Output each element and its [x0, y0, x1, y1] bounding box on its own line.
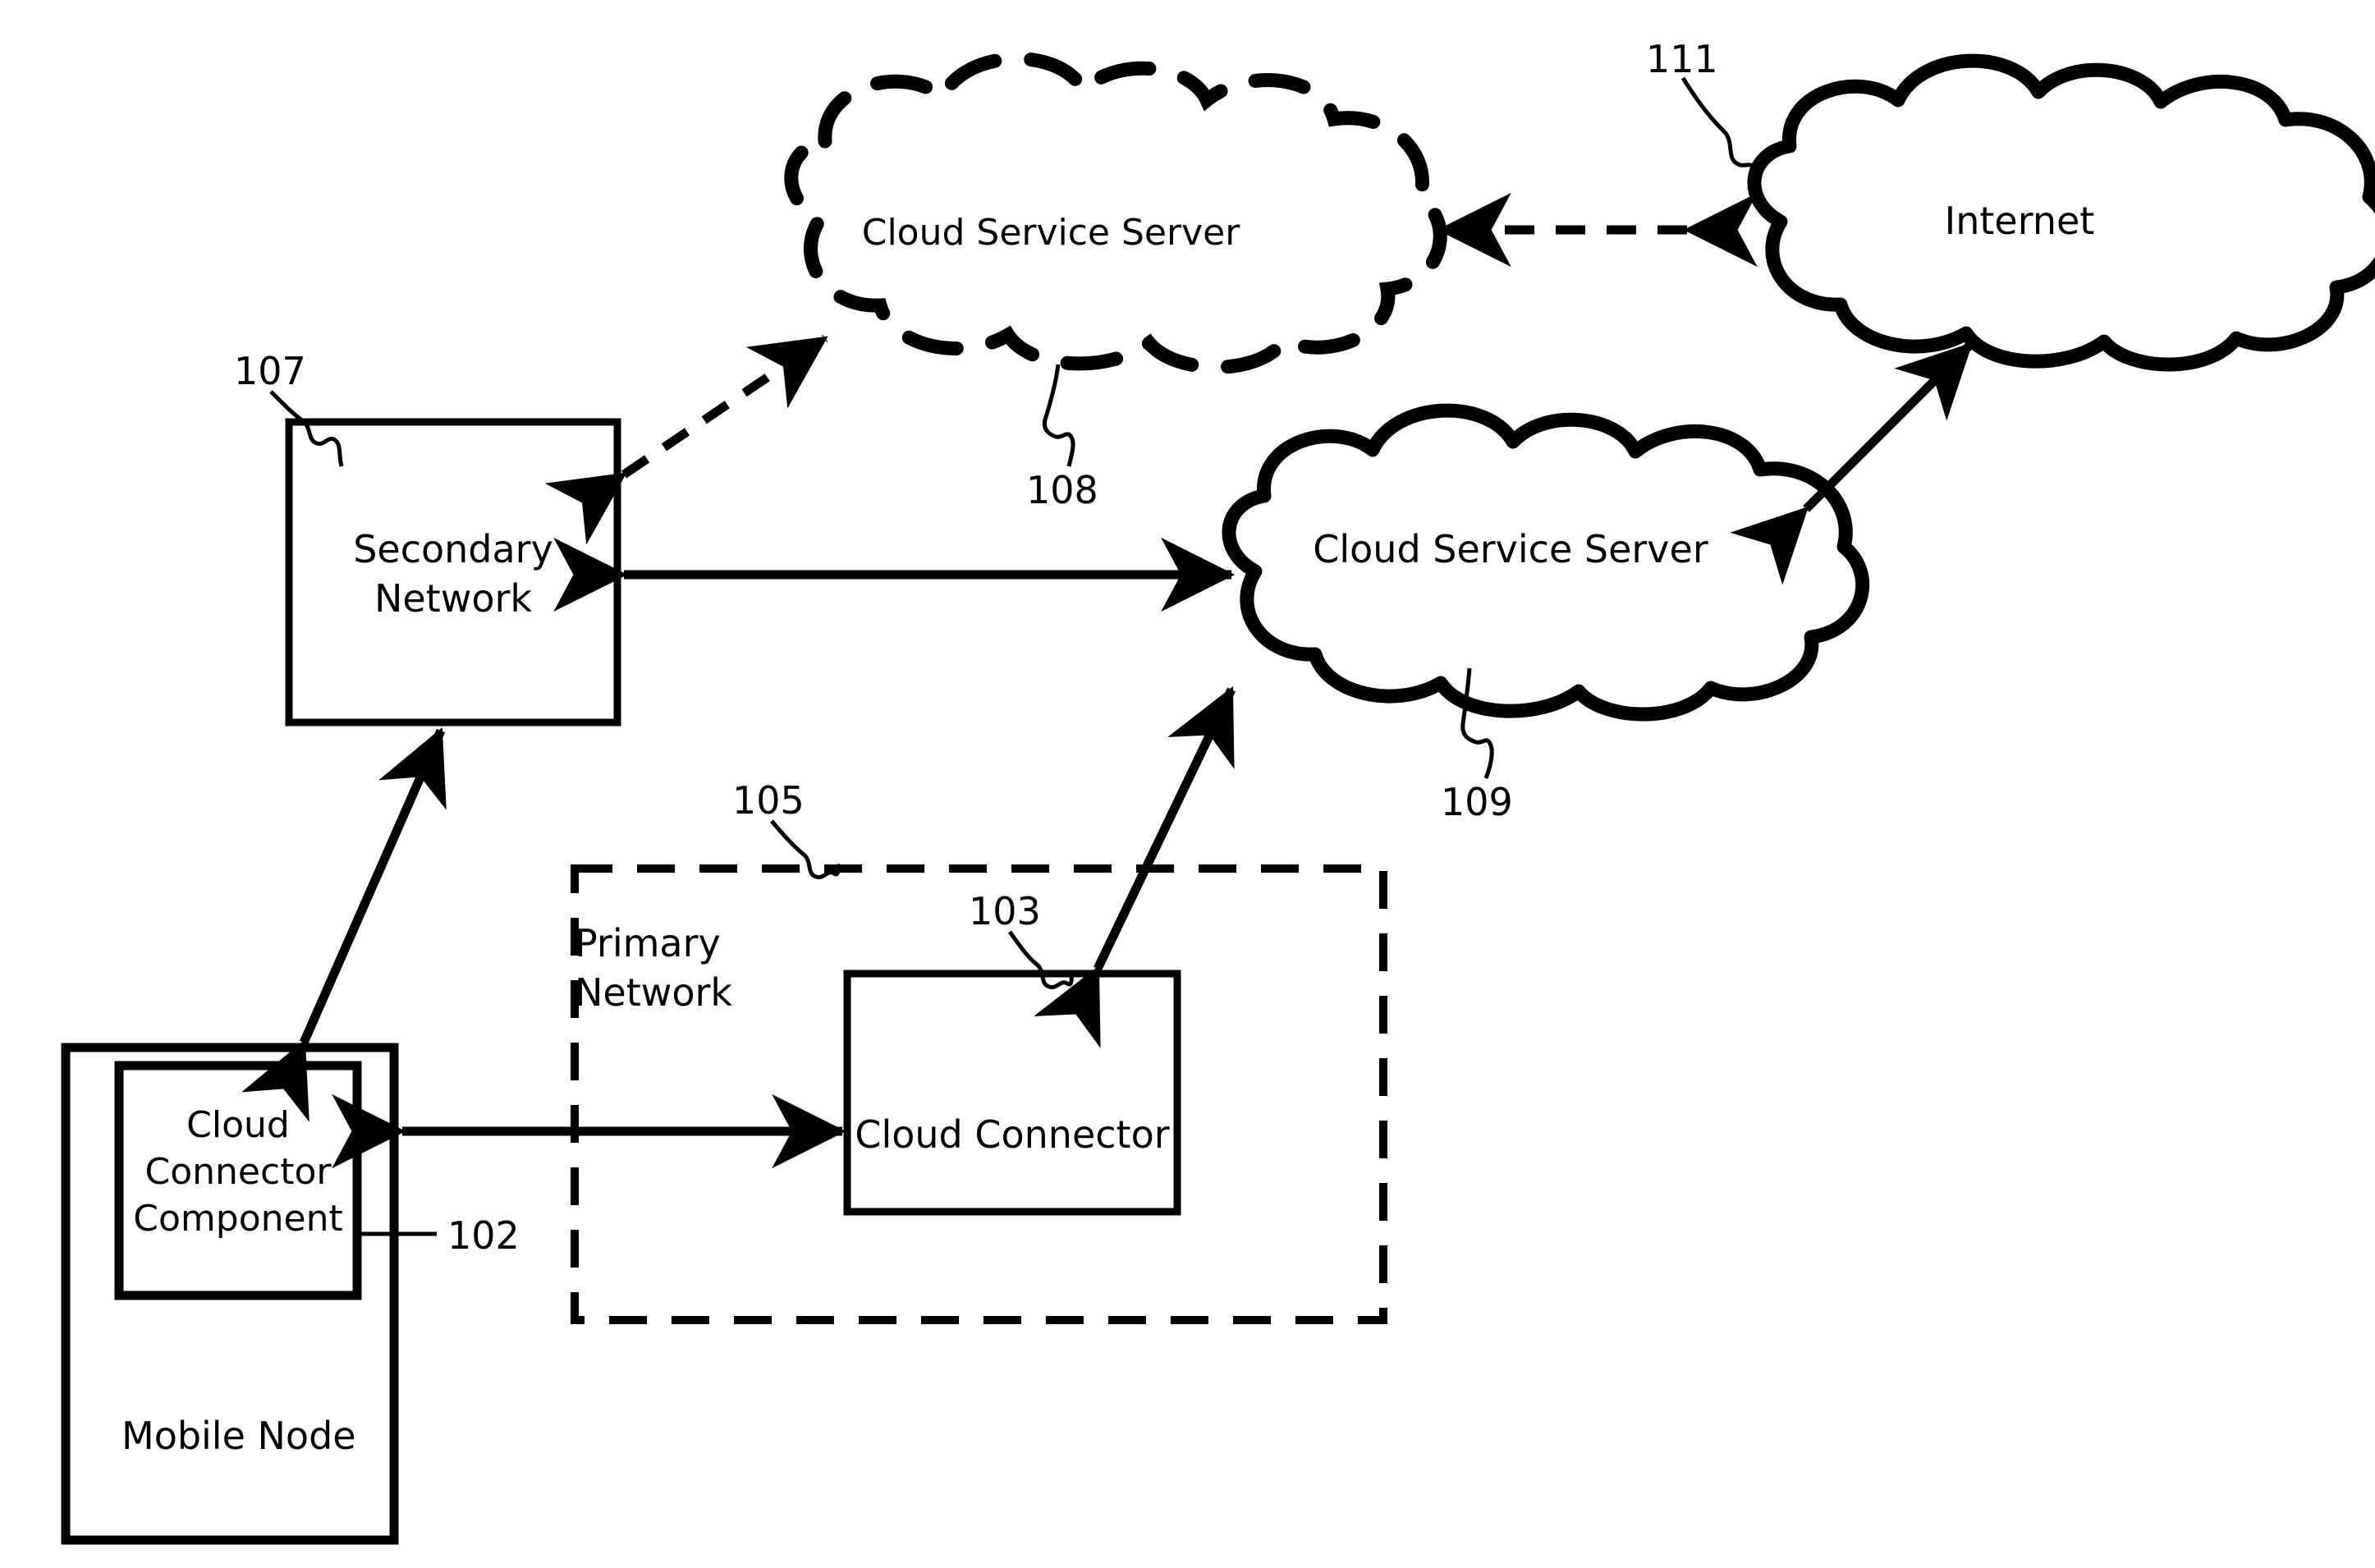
reference-numeral-107: 107: [234, 349, 306, 393]
reference-numeral-105: 105: [732, 778, 805, 823]
cloud-connector-box: [843, 970, 1181, 1216]
leader-line-108: [1043, 364, 1075, 467]
connector-secondary-network-to-dashed-cloud: [544, 334, 828, 545]
leader-line-107: [269, 390, 344, 467]
cloud-service-server-solid-shape: [1222, 403, 1870, 722]
cloud-connector-component-box: [114, 1061, 362, 1300]
leader-line-103: [1007, 930, 1075, 989]
reference-numeral-102: 102: [447, 1213, 520, 1258]
diagram-vector-layer: [61, 52, 2375, 1545]
connector-mobile-node-to-secondary-network: [241, 727, 447, 1122]
cloud-service-server-dashed-shape: [784, 52, 1447, 374]
reference-numeral-108: 108: [1026, 468, 1098, 512]
leader-line-109: [1460, 667, 1494, 779]
primary-network-box: [571, 864, 1387, 1324]
reference-numeral-103: 103: [969, 889, 1041, 933]
reference-numeral-109: 109: [1441, 780, 1513, 824]
secondary-network-box: [285, 418, 621, 727]
connector-cloud-connector-to-cloud-service-server: [1034, 686, 1236, 1048]
internet-cloud-shape: [1747, 53, 2375, 372]
leader-line-111: [1680, 76, 1761, 194]
connector-cloud-service-server-to-internet: [1730, 342, 1974, 585]
reference-numeral-111: 111: [1646, 37, 1718, 81]
diagram-canvas: Cloud Service Server Internet Cloud Serv…: [0, 0, 2375, 1568]
